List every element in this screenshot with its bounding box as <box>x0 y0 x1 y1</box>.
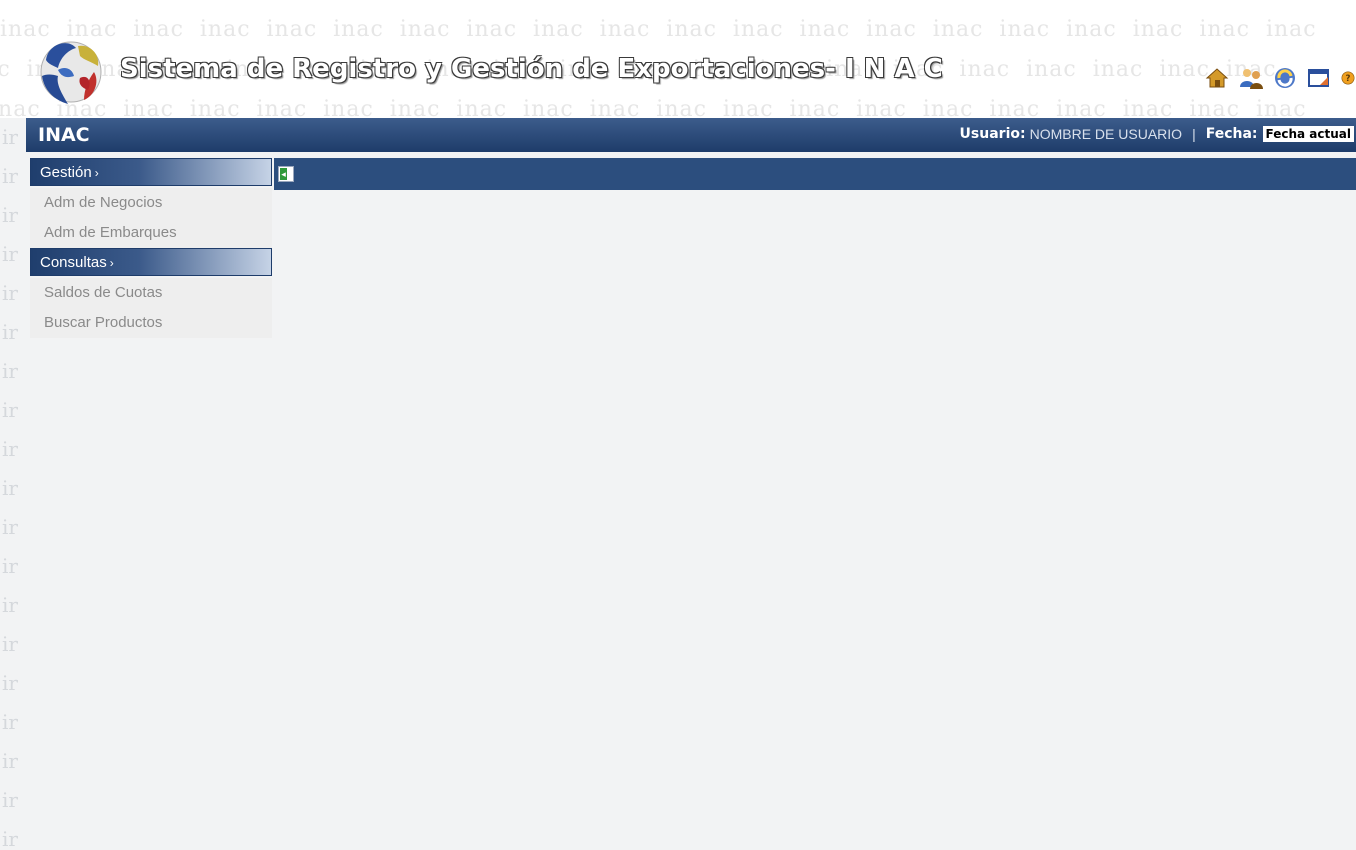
menu-section-gestion[interactable]: Gestión › <box>30 158 272 186</box>
main-content: Gestión › Adm de Negocios Adm de Embarque… <box>26 152 1356 850</box>
menu-item-adm-embarques[interactable]: Adm de Embarques <box>30 218 272 248</box>
collapse-arrow-icon: ◂ <box>280 168 287 180</box>
date-label: Fecha: <box>1205 126 1258 142</box>
content-header-bar: ◂ <box>274 158 1356 190</box>
left-watermark-strip: ir ir ir ir ir ir ir ir ir ir ir ir ir ir ir ir ir ir ir <box>0 118 26 850</box>
user-label: Usuario: <box>959 126 1026 142</box>
brand-label: INAC <box>38 124 90 146</box>
top-info-bar: INAC Usuario: NOMBRE DE USUARIO | Fecha:… <box>26 118 1356 152</box>
panel-toggle-button[interactable]: ◂ <box>278 166 294 182</box>
app-title: Sistema de Registro y Gestión de Exporta… <box>120 54 943 84</box>
inac-logo-icon <box>40 41 102 104</box>
refresh-icon[interactable] <box>1272 65 1298 91</box>
help-icon[interactable]: ? <box>1340 65 1356 91</box>
users-icon[interactable] <box>1238 65 1264 91</box>
window-icon[interactable] <box>1306 65 1332 91</box>
user-info: Usuario: NOMBRE DE USUARIO | Fecha: Fech… <box>960 126 1354 142</box>
menu-item-buscar-productos[interactable]: Buscar Productos <box>30 308 272 338</box>
menu-item-adm-negocios[interactable]: Adm de Negocios <box>30 188 272 218</box>
svg-text:?: ? <box>1346 74 1351 84</box>
header-banner: inac inac inac inac inac inac inac inac … <box>0 8 1356 118</box>
user-name: NOMBRE DE USUARIO <box>1029 126 1183 142</box>
menu-item-saldos-cuotas[interactable]: Saldos de Cuotas <box>30 278 272 308</box>
toolbar: ? <box>1204 64 1356 92</box>
home-icon[interactable] <box>1204 65 1230 91</box>
menu-section-title: Gestión <box>40 164 92 181</box>
current-date: Fecha actual <box>1262 126 1354 142</box>
sidebar-menu: Gestión › Adm de Negocios Adm de Embarque… <box>30 158 272 338</box>
chevron-right-icon: › <box>94 166 99 180</box>
chevron-right-icon: › <box>109 256 114 270</box>
menu-section-consultas[interactable]: Consultas › <box>30 248 272 276</box>
separator: | <box>1192 126 1196 142</box>
menu-section-title: Consultas <box>40 254 107 271</box>
